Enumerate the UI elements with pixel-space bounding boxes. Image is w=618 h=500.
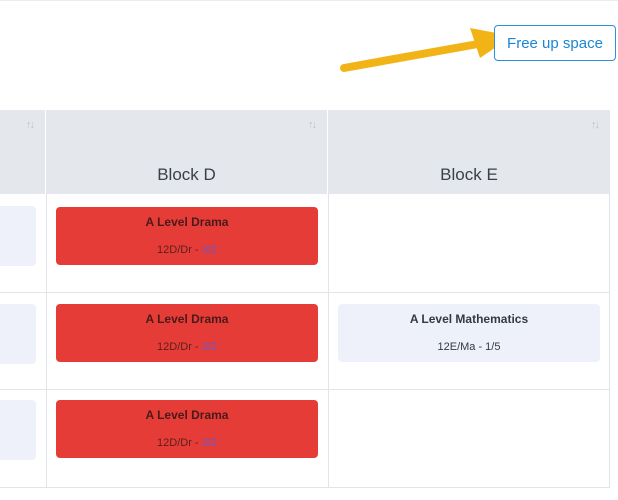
row-divider bbox=[0, 389, 610, 390]
lesson-card-mathematics[interactable]: A Level Mathematics 12E/Ma - 1/5 bbox=[338, 304, 600, 362]
lesson-name: A Level Drama bbox=[145, 312, 229, 326]
column-title: Block D bbox=[157, 165, 216, 184]
column-header-partial[interactable]: ↑↓ bbox=[0, 110, 46, 194]
lesson-card-drama[interactable]: A Level Drama 12D/Dr - 3/2 bbox=[56, 304, 318, 362]
pointer-arrow-annotation bbox=[340, 28, 512, 72]
column-title: Block E bbox=[440, 165, 498, 184]
column-header-block-d[interactable]: ↑↓ Block D bbox=[46, 110, 328, 194]
column-divider bbox=[46, 194, 47, 488]
sort-icon[interactable]: ↑↓ bbox=[591, 119, 600, 131]
lesson-code: 12E/Ma - 1/5 bbox=[437, 341, 501, 353]
column-divider bbox=[609, 194, 610, 488]
lesson-name: A Level Mathematics bbox=[409, 312, 529, 326]
sort-icon[interactable]: ↑↓ bbox=[308, 119, 317, 131]
partial-lesson-card[interactable] bbox=[0, 304, 36, 364]
column-header-block-e[interactable]: ↑↓ Block E bbox=[328, 110, 610, 194]
top-divider bbox=[0, 0, 618, 1]
lesson-card-drama[interactable]: A Level Drama 12D/Dr - 3/2 bbox=[56, 400, 318, 458]
partial-lesson-card[interactable] bbox=[0, 400, 36, 460]
lesson-card-drama[interactable]: A Level Drama 12D/Dr - 3/2 bbox=[56, 207, 318, 265]
column-divider bbox=[328, 194, 329, 488]
lesson-code: 12D/Dr - 3/2 bbox=[157, 244, 217, 256]
partial-lesson-card[interactable] bbox=[0, 206, 36, 266]
row-divider bbox=[0, 292, 610, 293]
lesson-code: 12D/Dr - 3/2 bbox=[157, 341, 217, 353]
sort-icon[interactable]: ↑↓ bbox=[26, 119, 35, 131]
lesson-name: A Level Drama bbox=[145, 408, 229, 422]
timetable-grid: ↑↓ ↑↓ Block D ↑↓ Block E A Level Drama 1… bbox=[0, 110, 618, 488]
lesson-code: 12D/Dr - 3/2 bbox=[157, 437, 217, 449]
lesson-name: A Level Drama bbox=[145, 215, 229, 229]
free-up-space-button[interactable]: Free up space bbox=[494, 25, 616, 61]
row-divider bbox=[0, 487, 610, 488]
